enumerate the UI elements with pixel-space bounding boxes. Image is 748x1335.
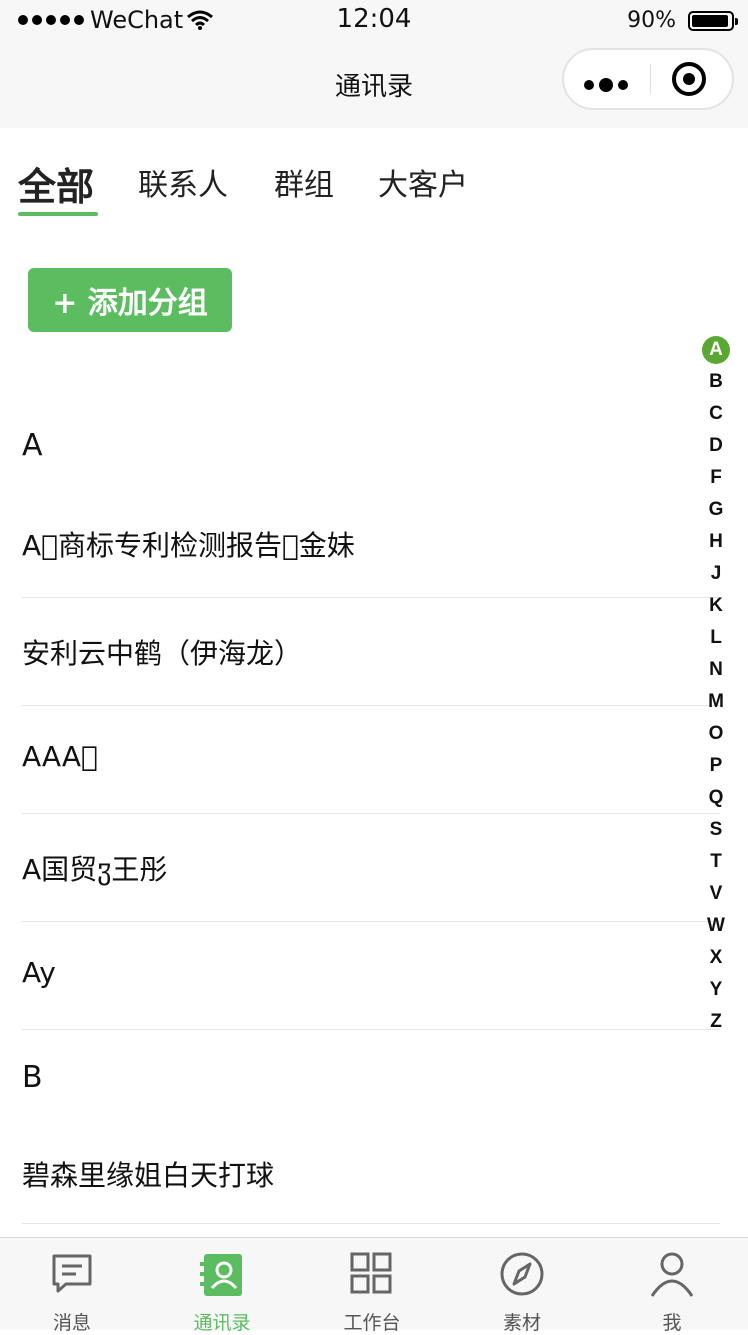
tab-contacts[interactable]: 联系人 bbox=[138, 160, 228, 204]
section-header-a: A bbox=[0, 398, 720, 490]
index-letter-j[interactable]: J bbox=[702, 558, 730, 590]
index-letter-h[interactable]: H bbox=[702, 526, 730, 558]
section-header-b: B bbox=[0, 1030, 720, 1130]
list-item[interactable]: 碧森里缘姐白天打球 bbox=[0, 1130, 720, 1224]
tabbar-label: 通讯录 bbox=[193, 1312, 251, 1334]
index-letter-p[interactable]: P bbox=[702, 750, 730, 782]
index-letter-z[interactable]: Z bbox=[702, 1006, 730, 1038]
status-bar: WeChat 12:04 90% bbox=[0, 0, 748, 44]
index-letter-q[interactable]: Q bbox=[702, 782, 730, 814]
tabbar-item-me[interactable]: 我 bbox=[597, 1238, 747, 1334]
tab-key-accounts[interactable]: 大客户 bbox=[378, 160, 468, 204]
index-letter-w[interactable]: W bbox=[702, 910, 730, 942]
contact-name: A国贸ჳ王彤 bbox=[22, 853, 168, 886]
list-item[interactable]: A国贸ჳ王彤 bbox=[0, 814, 720, 922]
category-tabs: 全部 联系人 群组 大客户 bbox=[0, 128, 748, 228]
tabbar-item-materials[interactable]: 素材 bbox=[447, 1238, 597, 1334]
contact-name: 碧森里缘姐白天打球 bbox=[22, 1159, 275, 1192]
index-letter-s[interactable]: S bbox=[702, 814, 730, 846]
contact-name: AAA  bbox=[22, 740, 98, 773]
list-item[interactable]: Ay bbox=[0, 922, 720, 1030]
index-letter-t[interactable]: T bbox=[702, 846, 730, 878]
tabbar-item-workbench[interactable]: 工作台 bbox=[297, 1238, 447, 1334]
more-icon[interactable] bbox=[584, 78, 628, 92]
contact-name: 安利云中鹤（伊海龙） bbox=[22, 637, 303, 670]
tab-all[interactable]: 全部 bbox=[18, 156, 94, 211]
section-letter: A bbox=[22, 428, 43, 463]
index-letter-l[interactable]: L bbox=[702, 622, 730, 654]
index-letter-d[interactable]: D bbox=[702, 430, 730, 462]
battery-status: 90% bbox=[627, 8, 738, 33]
index-letter-x[interactable]: X bbox=[702, 942, 730, 974]
tabbar-label: 消息 bbox=[52, 1312, 91, 1334]
compass-icon bbox=[500, 1252, 544, 1296]
index-letter-a[interactable]: A bbox=[702, 336, 730, 364]
nav-bar: 通讯录 bbox=[0, 44, 748, 128]
list-item[interactable]: AAA  bbox=[0, 706, 720, 814]
index-letter-b[interactable]: B bbox=[702, 366, 730, 398]
contacts-icon bbox=[200, 1254, 242, 1296]
alphabet-index[interactable]: ABCDFGHJKLNMOPQSTVWXYZ bbox=[702, 334, 730, 1038]
list-item[interactable]: 安利云中鹤（伊海龙） bbox=[0, 598, 720, 706]
close-miniprogram-icon[interactable] bbox=[672, 62, 706, 96]
index-letter-v[interactable]: V bbox=[702, 878, 730, 910]
tabbar-label: 素材 bbox=[502, 1312, 541, 1334]
tabbar-item-messages[interactable]: 消息 bbox=[0, 1238, 147, 1334]
contact-name: Ay bbox=[22, 956, 56, 989]
tabbar-label: 我 bbox=[662, 1312, 682, 1334]
active-tab-indicator bbox=[18, 212, 98, 216]
index-letter-c[interactable]: C bbox=[702, 398, 730, 430]
workbench-icon bbox=[350, 1252, 392, 1294]
index-letter-y[interactable]: Y bbox=[702, 974, 730, 1006]
index-letter-n[interactable]: N bbox=[702, 654, 730, 686]
battery-icon bbox=[688, 10, 738, 31]
contact-list: A A 商标专利检测报告 金妹 安利云中鹤（伊海龙） AAA  A国贸ჳ王彤 A… bbox=[0, 398, 720, 1224]
list-item[interactable]: A 商标专利检测报告 金妹 bbox=[0, 490, 720, 598]
index-letter-f[interactable]: F bbox=[702, 462, 730, 494]
tabbar-label: 工作台 bbox=[343, 1312, 401, 1334]
index-letter-m[interactable]: M bbox=[702, 686, 730, 718]
tab-groups[interactable]: 群组 bbox=[274, 160, 334, 204]
battery-percent: 90% bbox=[627, 8, 676, 33]
message-icon bbox=[52, 1254, 92, 1293]
section-letter: B bbox=[22, 1060, 43, 1095]
tabbar-item-contacts[interactable]: 通讯录 bbox=[147, 1238, 297, 1334]
add-group-button[interactable]: + 添加分组 bbox=[28, 268, 232, 332]
miniprogram-capsule bbox=[562, 48, 734, 110]
capsule-divider bbox=[650, 64, 651, 94]
index-letter-o[interactable]: O bbox=[702, 718, 730, 750]
index-letter-g[interactable]: G bbox=[702, 494, 730, 526]
user-icon bbox=[650, 1252, 694, 1297]
contact-name: A 商标专利检测报告 金妹 bbox=[22, 529, 355, 562]
bottom-tab-bar: 消息 通讯录 工作台 素材 我 bbox=[0, 1237, 748, 1334]
index-letter-k[interactable]: K bbox=[702, 590, 730, 622]
